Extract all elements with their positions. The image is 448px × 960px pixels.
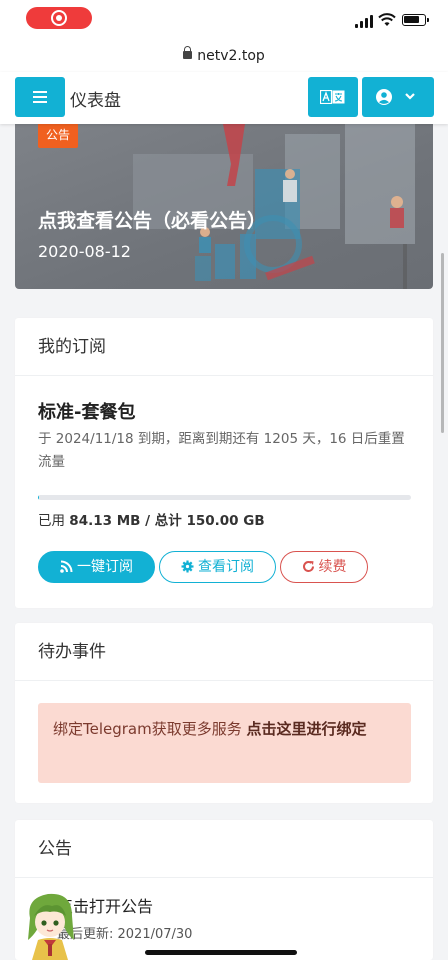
one-click-subscribe-button[interactable]: 一键订阅 (38, 551, 155, 583)
translate-icon (320, 90, 345, 104)
rss-icon (60, 560, 73, 573)
renew-button[interactable]: 续费 (280, 551, 368, 583)
traffic-progress-bar (38, 495, 411, 500)
battery-icon (402, 14, 429, 26)
bind-telegram-alert[interactable]: 绑定Telegram获取更多服务 点击这里进行绑定 (38, 703, 411, 783)
alert-text: 绑定Telegram获取更多服务 (53, 720, 247, 738)
subscription-heading: 我的订阅 (15, 318, 433, 376)
url-text: netv2.top (197, 48, 265, 64)
plan-description: 于 2024/11/18 到期，距离到期还有 1205 天，16 日后重置流量 (38, 431, 405, 470)
address-bar[interactable]: netv2.top (0, 40, 448, 72)
refresh-icon (302, 561, 314, 572)
language-button[interactable] (308, 77, 358, 117)
banner-title[interactable]: 点我查看公告（必看公告） (38, 206, 266, 233)
announcements-heading: 公告 (15, 820, 433, 878)
traffic-usage: 已用 84.13 MB / 总计 150.00 GB (38, 513, 265, 529)
status-bar (0, 0, 448, 40)
subscription-card: 我的订阅 标准-套餐包 于 2024/11/18 到期，距离到期还有 1205 … (15, 318, 433, 608)
user-menu-button[interactable] (362, 77, 434, 117)
home-indicator[interactable] (145, 950, 297, 955)
gear-icon (181, 560, 194, 573)
mascot-widget[interactable] (18, 888, 82, 960)
announcement-banner[interactable]: 公告 点我查看公告（必看公告） 2020-08-12 (15, 124, 433, 289)
lock-icon (183, 46, 193, 59)
announcement-tag: 公告 (38, 124, 79, 148)
banner-date: 2020-08-12 (38, 242, 131, 261)
user-icon (376, 89, 392, 105)
todo-card: 待办事件 绑定Telegram获取更多服务 点击这里进行绑定 (15, 623, 433, 803)
menu-button[interactable] (15, 77, 65, 117)
page-title: 仪表盘 (70, 91, 121, 111)
scrollbar[interactable] (441, 253, 444, 433)
screen-recording-indicator[interactable] (26, 7, 92, 29)
traffic-used: 84.13 MB (69, 513, 141, 529)
wifi-icon (378, 13, 396, 26)
signal-icon (355, 14, 375, 28)
plan-name: 标准-套餐包 (38, 402, 136, 423)
view-subscription-label: 查看订阅 (198, 559, 254, 575)
one-click-subscribe-label: 一键订阅 (77, 559, 133, 575)
app-header: 仪表盘 (0, 72, 448, 124)
view-subscription-button[interactable]: 查看订阅 (159, 551, 276, 583)
todo-heading: 待办事件 (15, 623, 433, 681)
hamburger-icon (33, 91, 47, 93)
traffic-total: 150.00 GB (186, 513, 265, 529)
bind-telegram-link[interactable]: 点击这里进行绑定 (247, 720, 367, 738)
renew-label: 续费 (318, 559, 347, 575)
chevron-down-icon (405, 93, 415, 100)
record-icon (51, 10, 67, 26)
